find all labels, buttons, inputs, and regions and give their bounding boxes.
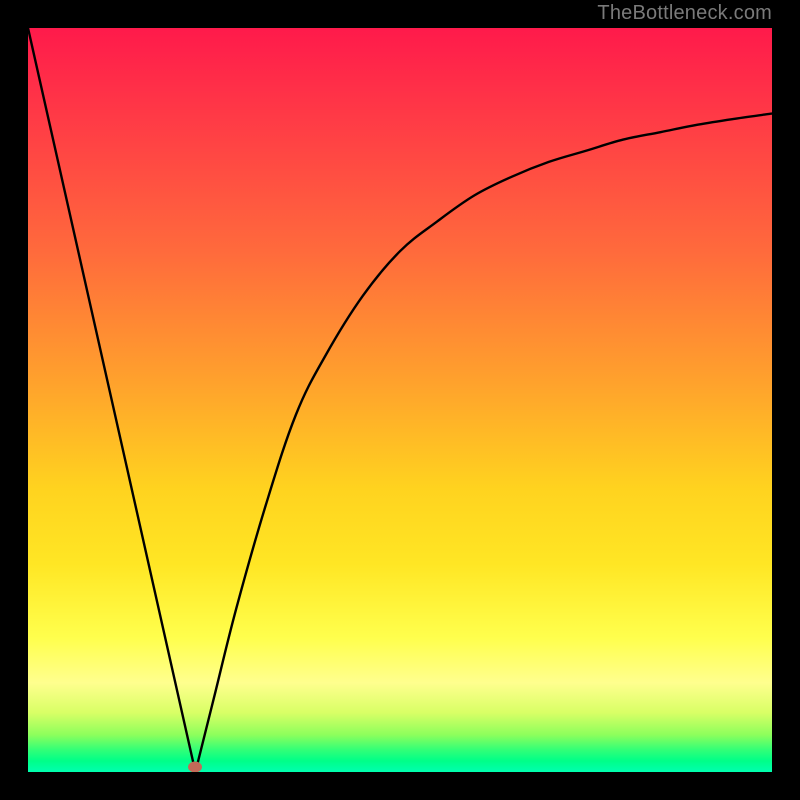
attribution-text: TheBottleneck.com xyxy=(597,2,772,25)
minimum-marker xyxy=(188,761,202,772)
curve-path xyxy=(28,28,772,772)
plot-area xyxy=(28,28,772,772)
chart-frame: TheBottleneck.com xyxy=(0,0,800,800)
bottleneck-curve xyxy=(28,28,772,772)
